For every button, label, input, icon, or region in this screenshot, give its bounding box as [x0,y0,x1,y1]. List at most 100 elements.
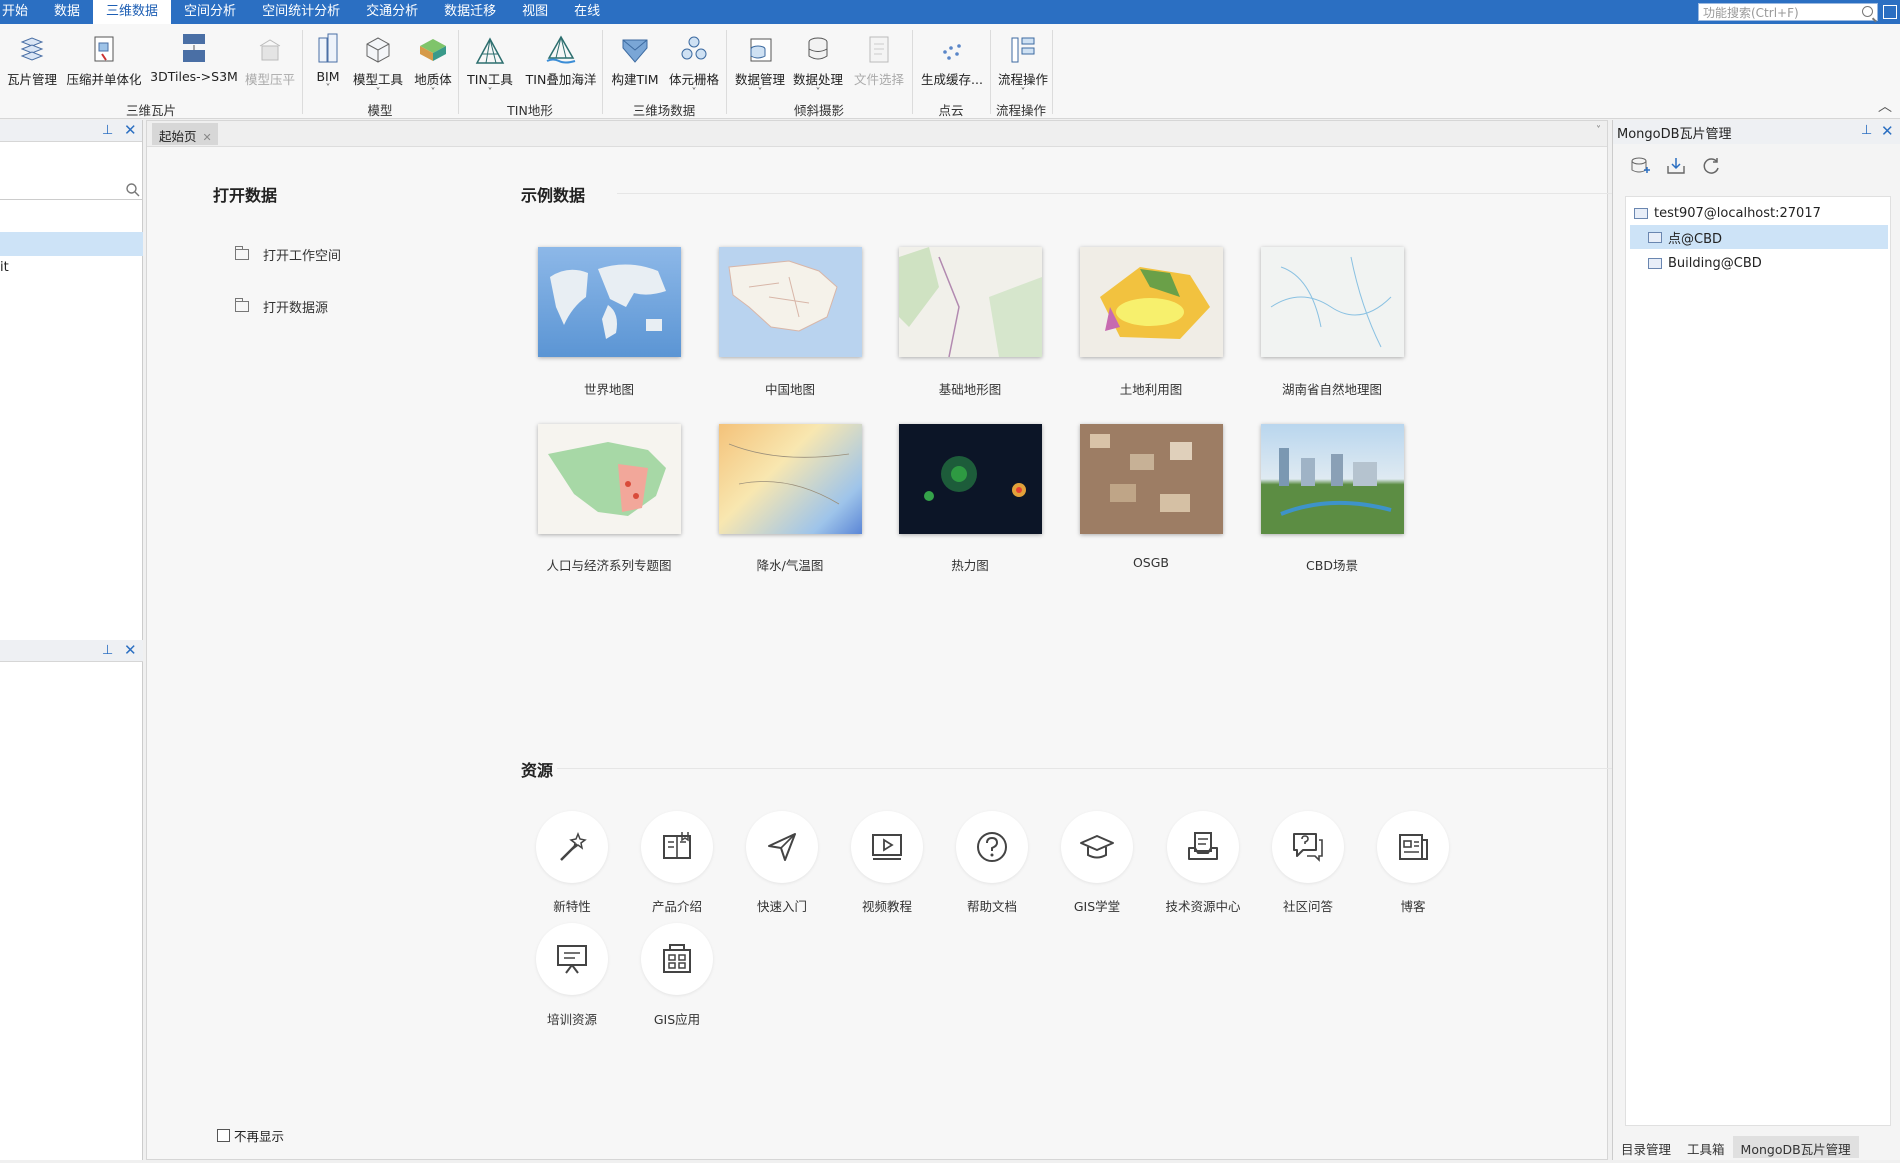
menu-tab-migration[interactable]: 数据迁移 [431,0,509,24]
tin-ocean-button[interactable]: TIN叠加海洋 [520,26,602,88]
sample-world-map[interactable] [538,247,681,357]
close-icon[interactable]: ✕ [124,641,137,659]
resource-community-qa[interactable] [1272,811,1344,883]
sample-base-terrain[interactable] [899,247,1042,357]
open-datasource-label: 打开数据源 [263,301,329,316]
compress-button[interactable]: 压缩并单体化 [64,26,144,88]
add-database-icon[interactable] [1629,156,1651,176]
model-tools-button[interactable]: 模型工具 ˅ [350,26,406,98]
sample-label: 人口与经济系列专题图 [546,558,672,573]
workflow-icon [1011,37,1035,63]
tree-node-point-cbd[interactable]: 点@CBD [1630,225,1888,249]
pin-icon[interactable]: ⊥ [1861,123,1872,138]
gen-cache-label: 生成缓存... [921,72,983,87]
data-manage-button[interactable]: 数据管理 ˅ [732,26,788,98]
model-flatten-button[interactable]: 模型压平 [242,26,298,88]
close-icon[interactable]: ✕ [1881,122,1894,140]
resource-training[interactable] [536,923,608,995]
workflow-button[interactable]: 流程操作 ˅ [994,26,1052,98]
paper-plane-icon [768,833,796,861]
resource-blog[interactable] [1377,811,1449,883]
tree-root-node[interactable]: test907@localhost:27017 [1630,201,1888,225]
bim-label: BIM [316,69,340,84]
chevron-down-icon[interactable]: ˅ [1596,125,1601,136]
chevron-down-icon[interactable]: ˅ [462,88,518,98]
sample-population-economy[interactable] [538,424,681,534]
function-search-placeholder: 功能搜索(Ctrl+F) [1703,5,1799,20]
group-divider [1052,30,1053,114]
tab-mongodb[interactable]: MongoDB瓦片管理 [1732,1136,1859,1158]
tab-start-page[interactable]: 起始页 ✕ [152,123,218,145]
search-icon[interactable] [1862,6,1873,17]
tab-toolbox[interactable]: 工具箱 [1679,1136,1733,1158]
resource-gis-apps[interactable] [641,923,713,995]
sample-land-use[interactable] [1080,247,1223,357]
open-datasource-link[interactable]: 打开数据源 [235,297,328,316]
function-search-input[interactable]: 功能搜索(Ctrl+F) [1698,3,1878,21]
resource-new-features[interactable] [536,811,608,883]
left-selected-row[interactable] [0,232,143,256]
resource-product-intro[interactable] [641,811,713,883]
geology-button[interactable]: 地质体 ˅ [408,26,458,98]
sample-heatmap[interactable] [899,424,1042,534]
menu-tab-traffic[interactable]: 交通分析 [353,0,431,24]
fullscreen-icon[interactable] [1883,5,1897,19]
sample-china-map[interactable] [719,247,862,357]
voxel-grid-button[interactable]: 体元栅格 ˅ [666,26,722,98]
checkbox-box[interactable] [217,1129,230,1142]
chevron-down-icon[interactable]: ˅ [994,88,1052,98]
land-use-thumbnail [1100,267,1210,339]
resource-tech-center[interactable] [1167,811,1239,883]
sample-cbd-scene[interactable] [1261,424,1404,534]
tab-catalog[interactable]: 目录管理 [1613,1136,1679,1158]
bim-button[interactable]: BIM ˅ [308,26,348,94]
chevron-down-icon[interactable]: ˅ [732,88,788,98]
close-icon[interactable]: ✕ [124,121,137,139]
tin-tools-button[interactable]: TIN工具 ˅ [462,26,518,98]
data-process-button[interactable]: 数据处理 ˅ [790,26,846,98]
osgb-thumbnail [1090,434,1192,512]
sample-hunan-map[interactable] [1261,247,1404,357]
open-workspace-link[interactable]: 打开工作空间 [235,245,341,264]
import-icon[interactable] [1665,156,1687,176]
gen-cache-button[interactable]: 生成缓存... [916,26,988,88]
presentation-icon [557,945,587,974]
resource-gis-school[interactable] [1061,811,1133,883]
resource-video-tutorial[interactable] [851,811,923,883]
build-tim-button[interactable]: 构建TIM [608,26,662,88]
close-tab-icon[interactable]: ✕ [203,131,212,144]
pin-icon[interactable]: ⊥ [102,643,113,658]
search-icon[interactable] [125,182,141,198]
tree-node-building-cbd[interactable]: Building@CBD [1630,251,1888,275]
menu-tab-spatial-analysis[interactable]: 空间分析 [171,0,249,24]
chevron-down-icon[interactable]: ˅ [790,88,846,98]
pin-icon[interactable]: ⊥ [102,123,113,138]
menu-tab-3d-data[interactable]: 三维数据 [93,0,172,24]
menu-tab-spatial-stats[interactable]: 空间统计分析 [249,0,353,24]
help-icon [977,832,1007,862]
resource-help-docs[interactable] [956,811,1028,883]
sample-label: 湖南省自然地理图 [1281,382,1382,397]
collapse-ribbon-icon[interactable]: ︿ [1878,96,1892,116]
left-item-text[interactable]: it [0,260,9,275]
menu-tab-view[interactable]: 视图 [509,0,561,24]
cbd-scene-thumbnail [1279,448,1392,516]
tile-manage-button[interactable]: 瓦片管理 [4,26,60,88]
chevron-down-icon[interactable]: ˅ [308,84,348,94]
menu-tab-data[interactable]: 数据 [41,0,93,24]
3dtiles-s3m-button[interactable]: 3DTiles->S3M [150,26,238,84]
chevron-down-icon[interactable]: ˅ [666,88,722,98]
mongodb-tree: test907@localhost:27017 点@CBD Building@C… [1625,196,1891,1126]
compress-label: 压缩并单体化 [66,72,142,87]
left-search-input[interactable] [0,178,143,200]
file-select-button[interactable]: 文件选择 [850,26,908,88]
sample-osgb[interactable] [1080,424,1223,534]
dont-show-again-checkbox[interactable]: 不再显示 [217,1126,284,1145]
menu-tab-online[interactable]: 在线 [561,0,613,24]
menu-tab-start[interactable]: 开始 [0,0,41,24]
chevron-down-icon[interactable]: ˅ [350,88,406,98]
sample-precipitation[interactable] [719,424,862,534]
refresh-icon[interactable] [1701,156,1721,176]
resource-quick-start[interactable] [746,811,818,883]
chevron-down-icon[interactable]: ˅ [408,88,458,98]
